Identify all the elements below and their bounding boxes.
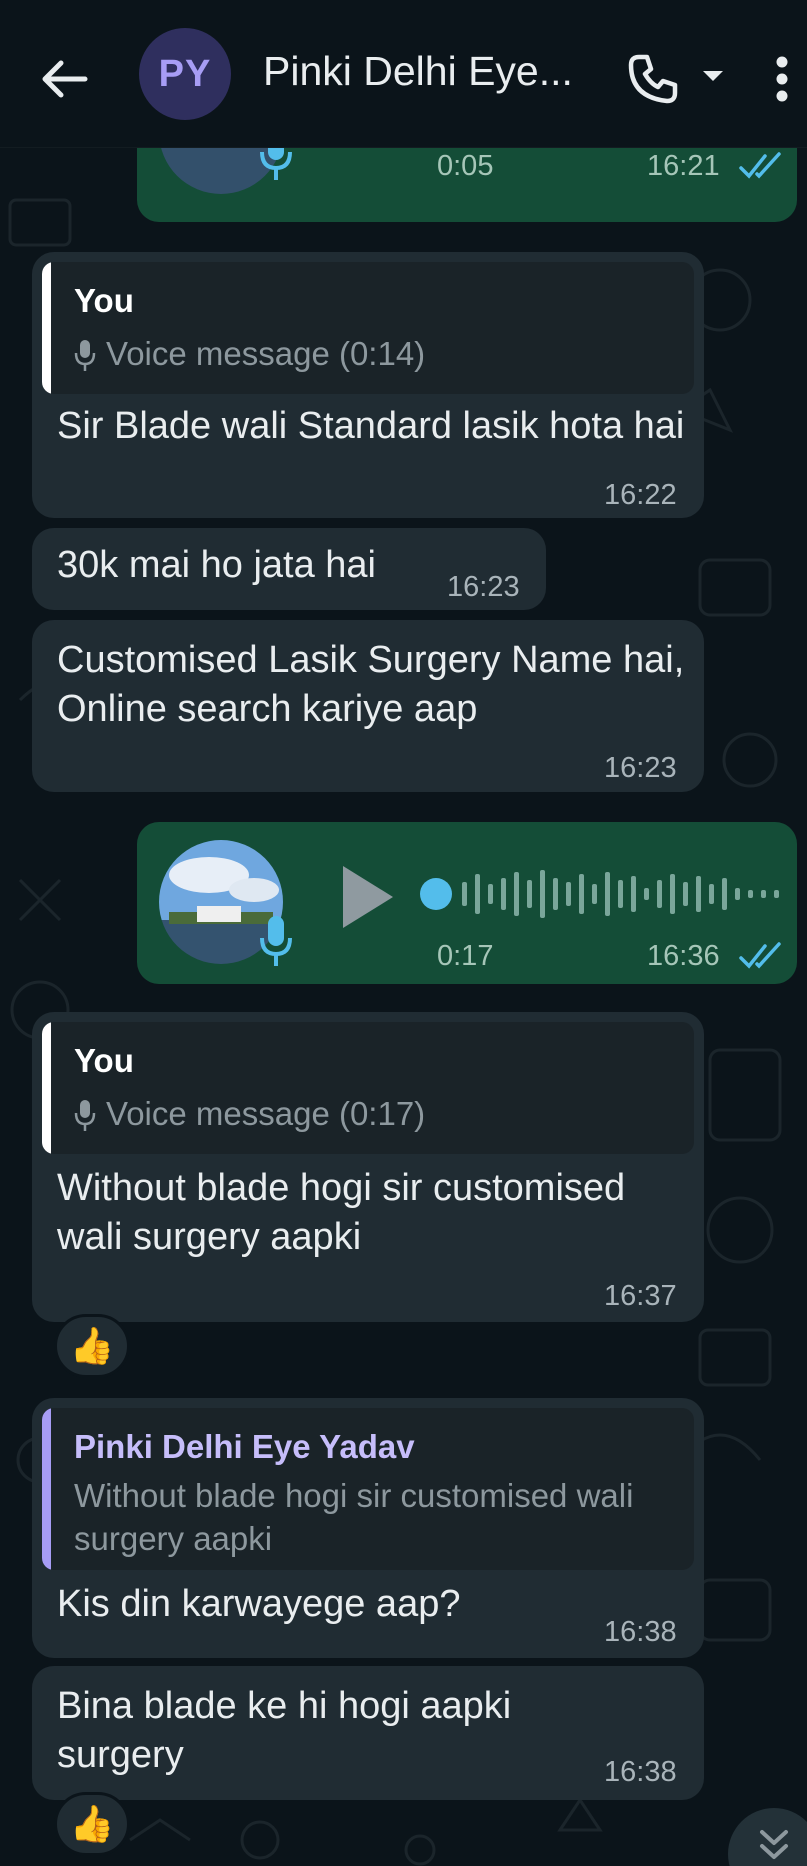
incoming-message[interactable]: Customised Lasik Surgery Name hai, Onlin… [32,620,704,792]
message-time: 16:22 [604,479,677,511]
contact-avatar[interactable]: PY [139,28,231,120]
incoming-message[interactable]: You Voice message (0:17) Without blade h… [32,1012,704,1322]
quote-author: You [74,1042,134,1079]
phone-icon [628,54,678,104]
message-time: 16:38 [604,1616,677,1648]
quote-author: You [74,282,134,319]
back-arrow-icon [42,60,88,98]
call-dropdown-button[interactable] [695,58,731,94]
message-time: 16:21 [647,150,720,182]
play-button[interactable] [337,862,397,932]
quote-accent-bar [42,262,51,394]
quote-text-value: Voice message (0:17) [106,1095,426,1132]
microphone-icon [260,916,292,966]
message-time: 16:38 [604,1756,677,1788]
chat-screen: PY Pinki Delhi Eye... 0:05 16:21 You Voi… [0,0,807,1866]
dropdown-caret-icon [703,71,723,81]
quote-author: Pinki Delhi Eye Yadav [74,1428,415,1465]
contact-name[interactable]: Pinki Delhi Eye... [263,48,593,100]
quote-accent-bar [42,1022,51,1154]
voice-call-button[interactable] [618,44,688,114]
message-text: Sir Blade wali Standard lasik hota hai [57,405,685,447]
play-icon [343,866,393,928]
microphone-icon [74,1100,96,1132]
quote-text-value: Voice message (0:14) [106,335,426,372]
thumbs-up-icon: 👍 [69,1803,115,1844]
message-time: 16:36 [647,940,720,972]
thumbs-up-icon: 👍 [69,1325,115,1366]
more-vert-icon [776,56,788,102]
message-time: 16:23 [604,752,677,784]
chevron-double-down-icon [760,1830,788,1859]
quote-text: Voice message (0:17) [74,1092,425,1135]
quoted-message[interactable]: Pinki Delhi Eye Yadav Without blade hogi… [42,1408,694,1570]
voice-message-bubble[interactable]: 0:17 16:36 [137,822,797,984]
message-text: Bina blade ke hi hogi aapki surgery [57,1685,512,1776]
back-button[interactable] [30,44,100,114]
voice-duration: 0:05 [437,150,494,182]
message-text: Customised Lasik Surgery Name hai, Onlin… [57,639,685,730]
message-time: 16:23 [447,571,520,603]
incoming-message[interactable]: 30k mai ho jata hai 16:23 [32,528,546,610]
quoted-message[interactable]: You Voice message (0:14) [42,262,694,394]
waveform-slider[interactable] [420,864,780,924]
double-check-icon [739,152,781,179]
incoming-message[interactable]: Pinki Delhi Eye Yadav Without blade hogi… [32,1398,704,1658]
chat-header: PY Pinki Delhi Eye... [0,0,807,148]
incoming-message[interactable]: Bina blade ke hi hogi aapki surgery 16:3… [32,1666,704,1800]
voice-duration: 0:17 [437,940,494,972]
quoted-message[interactable]: You Voice message (0:17) [42,1022,694,1154]
incoming-message[interactable]: You Voice message (0:14) Sir Blade wali … [32,252,704,518]
quote-accent-bar [42,1408,51,1570]
message-text: Without blade hogi sir customised wali s… [57,1167,626,1258]
microphone-icon [74,340,96,372]
double-check-icon [739,942,781,969]
quote-text: Voice message (0:14) [74,332,425,375]
message-text: 30k mai ho jata hai [57,544,376,586]
reaction-badge[interactable]: 👍 [54,1792,130,1856]
quote-text: Without blade hogi sir customised wali s… [74,1477,634,1557]
reaction-badge[interactable]: 👍 [54,1314,130,1378]
message-text: Kis din karwayege aap? [57,1583,461,1625]
message-time: 16:37 [604,1280,677,1312]
more-options-button[interactable] [762,44,802,114]
